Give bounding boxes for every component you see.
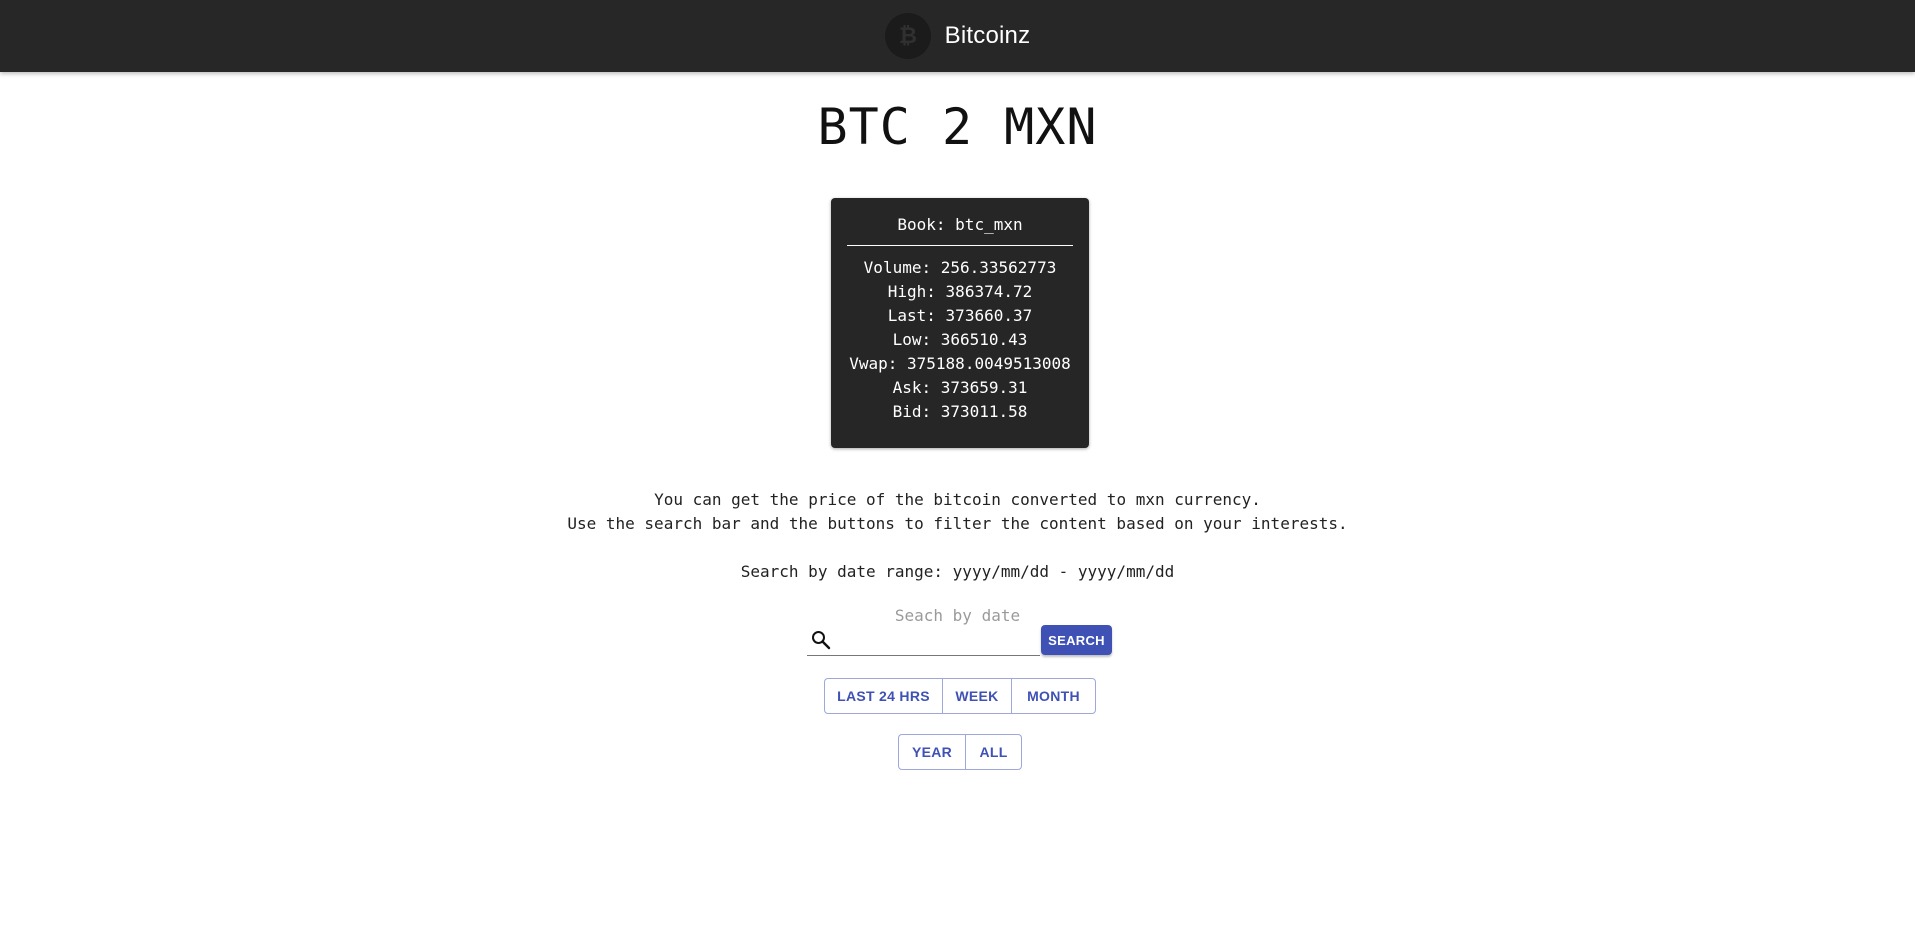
book-name: Book: btc_mxn [897, 215, 1023, 234]
filter-week-button[interactable]: WEEK [943, 679, 1012, 713]
ticker-volume: Volume: 256.33562773 [863, 258, 1057, 277]
description: You can get the price of the bitcoin con… [0, 488, 1915, 536]
filter-group-secondary: YEAR ALL [898, 734, 1022, 770]
description-line-2: Use the search bar and the buttons to fi… [567, 514, 1348, 533]
search-icon [809, 628, 833, 652]
search-input[interactable] [833, 625, 1040, 654]
bitcoin-icon: ₿ [884, 13, 931, 59]
filter-year-button[interactable]: YEAR [899, 735, 966, 769]
search-field[interactable] [807, 624, 1040, 656]
search-label: Seach by date [894, 606, 1021, 625]
filter-group-primary: LAST 24 HRS WEEK MONTH [824, 678, 1096, 714]
filter-month-button[interactable]: MONTH [1012, 679, 1095, 713]
book-card: Book: btc_mxn Volume: 256.33562773 High:… [831, 198, 1089, 448]
filter-all-button[interactable]: ALL [966, 735, 1021, 769]
ticker-low: Low: 366510.43 [892, 330, 1028, 349]
search-button[interactable]: SEARCH [1041, 625, 1112, 655]
brand[interactable]: ₿ Bitcoinz [884, 13, 1031, 59]
svg-text:₿: ₿ [899, 24, 917, 49]
app-name: Bitcoinz [944, 22, 1031, 49]
filter-last-24-hrs-button[interactable]: LAST 24 HRS [825, 679, 943, 713]
ticker-ask: Ask: 373659.31 [892, 378, 1028, 397]
ticker-bid: Bid: 373011.58 [892, 402, 1028, 421]
date-range-hint: Search by date range: yyyy/mm/dd - yyyy/… [740, 562, 1175, 581]
page-title: BTC 2 MXN [817, 98, 1098, 156]
card-divider [847, 245, 1073, 246]
ticker-vwap: Vwap: 375188.0049513008 [849, 354, 1071, 373]
description-line-1: You can get the price of the bitcoin con… [654, 490, 1261, 509]
ticker-high: High: 386374.72 [887, 282, 1033, 301]
ticker-last: Last: 373660.37 [887, 306, 1033, 325]
app-bar: ₿ Bitcoinz [0, 0, 1915, 72]
